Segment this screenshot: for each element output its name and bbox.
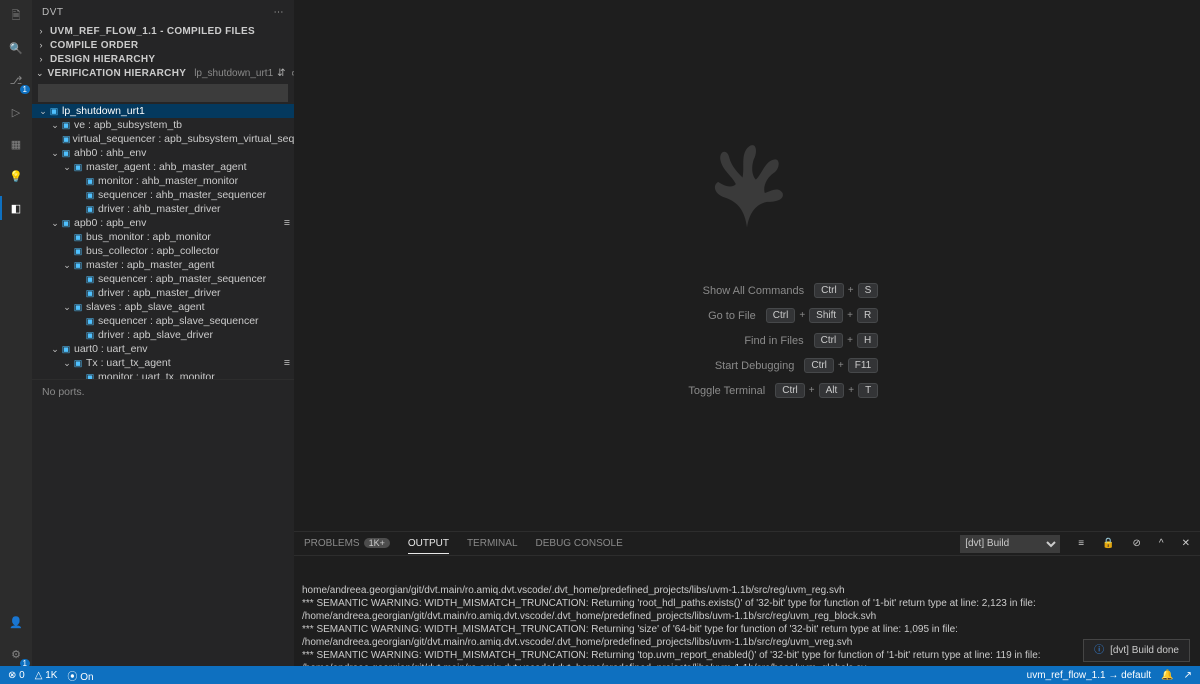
- shortcut-row: Start DebuggingCtrl+F11: [616, 358, 879, 373]
- filter-icon[interactable]: ≡: [1078, 538, 1084, 549]
- shortcut-row: Toggle TerminalCtrl+Alt+T: [616, 383, 879, 398]
- verification-tree: ⌄▣lp_shutdown_urt1⌄▣ve : apb_subsystem_t…: [32, 104, 294, 379]
- info-icon: ⓘ: [1094, 644, 1104, 657]
- source-control-icon[interactable]: ⎇1: [4, 68, 28, 92]
- account-icon[interactable]: 👤: [4, 610, 28, 634]
- tree-row[interactable]: ▣bus_collector : apb_collector: [32, 244, 294, 258]
- tree-row[interactable]: ⌄▣apb0 : apb_env≡: [32, 216, 294, 230]
- tree-row[interactable]: ⌄▣lp_shutdown_urt1: [32, 104, 294, 118]
- tab-problems[interactable]: PROBLEMS1K+: [304, 534, 390, 553]
- coral-logo-icon: [687, 133, 807, 233]
- tree-row[interactable]: ▣driver : ahb_master_driver: [32, 202, 294, 216]
- tree-row[interactable]: ▣sequencer : ahb_master_sequencer: [32, 188, 294, 202]
- status-on[interactable]: ⦿ On: [67, 668, 93, 683]
- tree-row[interactable]: ▣sequencer : apb_slave_sequencer: [32, 314, 294, 328]
- tree-row[interactable]: ⌄▣master : apb_master_agent: [32, 258, 294, 272]
- tab-output[interactable]: OUTPUT: [408, 534, 449, 554]
- shortcut-row: Go to FileCtrl+Shift+R: [616, 308, 879, 323]
- lock-icon[interactable]: 🔒: [1102, 538, 1114, 549]
- section-hierarchy[interactable]: ›DESIGN HIERARCHY: [32, 52, 294, 66]
- tree-row[interactable]: ⌄▣slaves : apb_slave_agent: [32, 300, 294, 314]
- status-errors[interactable]: ⊗ 0: [8, 670, 25, 681]
- shortcut-row: Show All CommandsCtrl+S: [616, 283, 879, 298]
- sidebar-title: DVT ⋯: [32, 0, 294, 24]
- tree-row[interactable]: ▣driver : apb_master_driver: [32, 286, 294, 300]
- build-toast[interactable]: ⓘ[dvt] Build done: [1083, 639, 1190, 662]
- status-project[interactable]: uvm_ref_flow_1.1 → default: [1027, 670, 1152, 681]
- tree-row[interactable]: ▣monitor : uart_tx_monitor: [32, 370, 294, 379]
- chevron-up-icon[interactable]: ^: [1159, 538, 1164, 549]
- dvt-icon[interactable]: ◧: [4, 196, 28, 220]
- debug-icon[interactable]: ▷: [4, 100, 28, 124]
- editor-empty: Show All CommandsCtrl+S Go to FileCtrl+Sh…: [294, 0, 1200, 531]
- hierarchy-action-icon[interactable]: ⇵: [277, 68, 285, 79]
- tree-row[interactable]: ▣driver : apb_slave_driver: [32, 328, 294, 342]
- section-verif[interactable]: ⌄VERIFICATION HIERARCHY lp_shutdown_urt1…: [32, 66, 294, 80]
- tree-row[interactable]: ⌄▣master_agent : ahb_master_agent: [32, 160, 294, 174]
- tree-search-input[interactable]: [38, 84, 288, 102]
- tab-terminal[interactable]: TERMINAL: [467, 534, 518, 553]
- gear-icon[interactable]: ⚙1: [4, 642, 28, 666]
- tree-row[interactable]: ▣sequencer : apb_master_sequencer: [32, 272, 294, 286]
- extensions-icon[interactable]: ▦: [4, 132, 28, 156]
- bulb-icon[interactable]: 💡: [4, 164, 28, 188]
- popout-icon[interactable]: ↗: [1184, 670, 1192, 681]
- tree-row[interactable]: ⌄▣ahb0 : ahb_env: [32, 146, 294, 160]
- activity-bar: 🗎 🔍 ⎇1 ▷ ▦ 💡 ◧ 👤 ⚙1: [0, 0, 32, 666]
- status-bar: ⊗ 0 △ 1K ⦿ On uvm_ref_flow_1.1 → default…: [0, 666, 1200, 684]
- output-body[interactable]: home/andreea.georgian/git/dvt.main/ro.am…: [294, 556, 1200, 666]
- output-channel-select[interactable]: [dvt] Build: [960, 535, 1060, 553]
- sidebar-title-text: DVT: [42, 7, 64, 18]
- tree-row[interactable]: ⌄▣uart0 : uart_env: [32, 342, 294, 356]
- status-warnings[interactable]: △ 1K: [35, 670, 58, 681]
- tree-row[interactable]: ▣monitor : ahb_master_monitor: [32, 174, 294, 188]
- shortcut-row: Find in FilesCtrl+H: [616, 333, 879, 348]
- more-icon[interactable]: ⋯: [274, 7, 285, 18]
- search-icon[interactable]: 🔍: [4, 36, 28, 60]
- sidebar: DVT ⋯ ›UVM_REF_FLOW_1.1 - COMPILED FILES…: [32, 0, 294, 666]
- bell-icon[interactable]: 🔔: [1161, 670, 1173, 681]
- clear-icon[interactable]: ⊘: [1133, 538, 1141, 549]
- ports-panel: No ports.: [32, 379, 294, 667]
- tab-debug[interactable]: DEBUG CONSOLE: [536, 534, 623, 553]
- section-compiled[interactable]: ›UVM_REF_FLOW_1.1 - COMPILED FILES: [32, 24, 294, 38]
- tree-row[interactable]: ⌄▣Tx : uart_tx_agent≡: [32, 356, 294, 370]
- tree-row[interactable]: ⌄▣ve : apb_subsystem_tb: [32, 118, 294, 132]
- tree-row[interactable]: ▣bus_monitor : apb_monitor: [32, 230, 294, 244]
- bottom-panel: PROBLEMS1K+ OUTPUT TERMINAL DEBUG CONSOL…: [294, 531, 1200, 666]
- section-order[interactable]: ›COMPILE ORDER: [32, 38, 294, 52]
- tree-row[interactable]: ▣virtual_sequencer : apb_subsystem_virtu…: [32, 132, 294, 146]
- explorer-icon[interactable]: 🗎: [4, 4, 28, 28]
- close-icon[interactable]: ✕: [1182, 538, 1190, 549]
- shortcuts-list: Show All CommandsCtrl+S Go to FileCtrl+Sh…: [616, 283, 879, 398]
